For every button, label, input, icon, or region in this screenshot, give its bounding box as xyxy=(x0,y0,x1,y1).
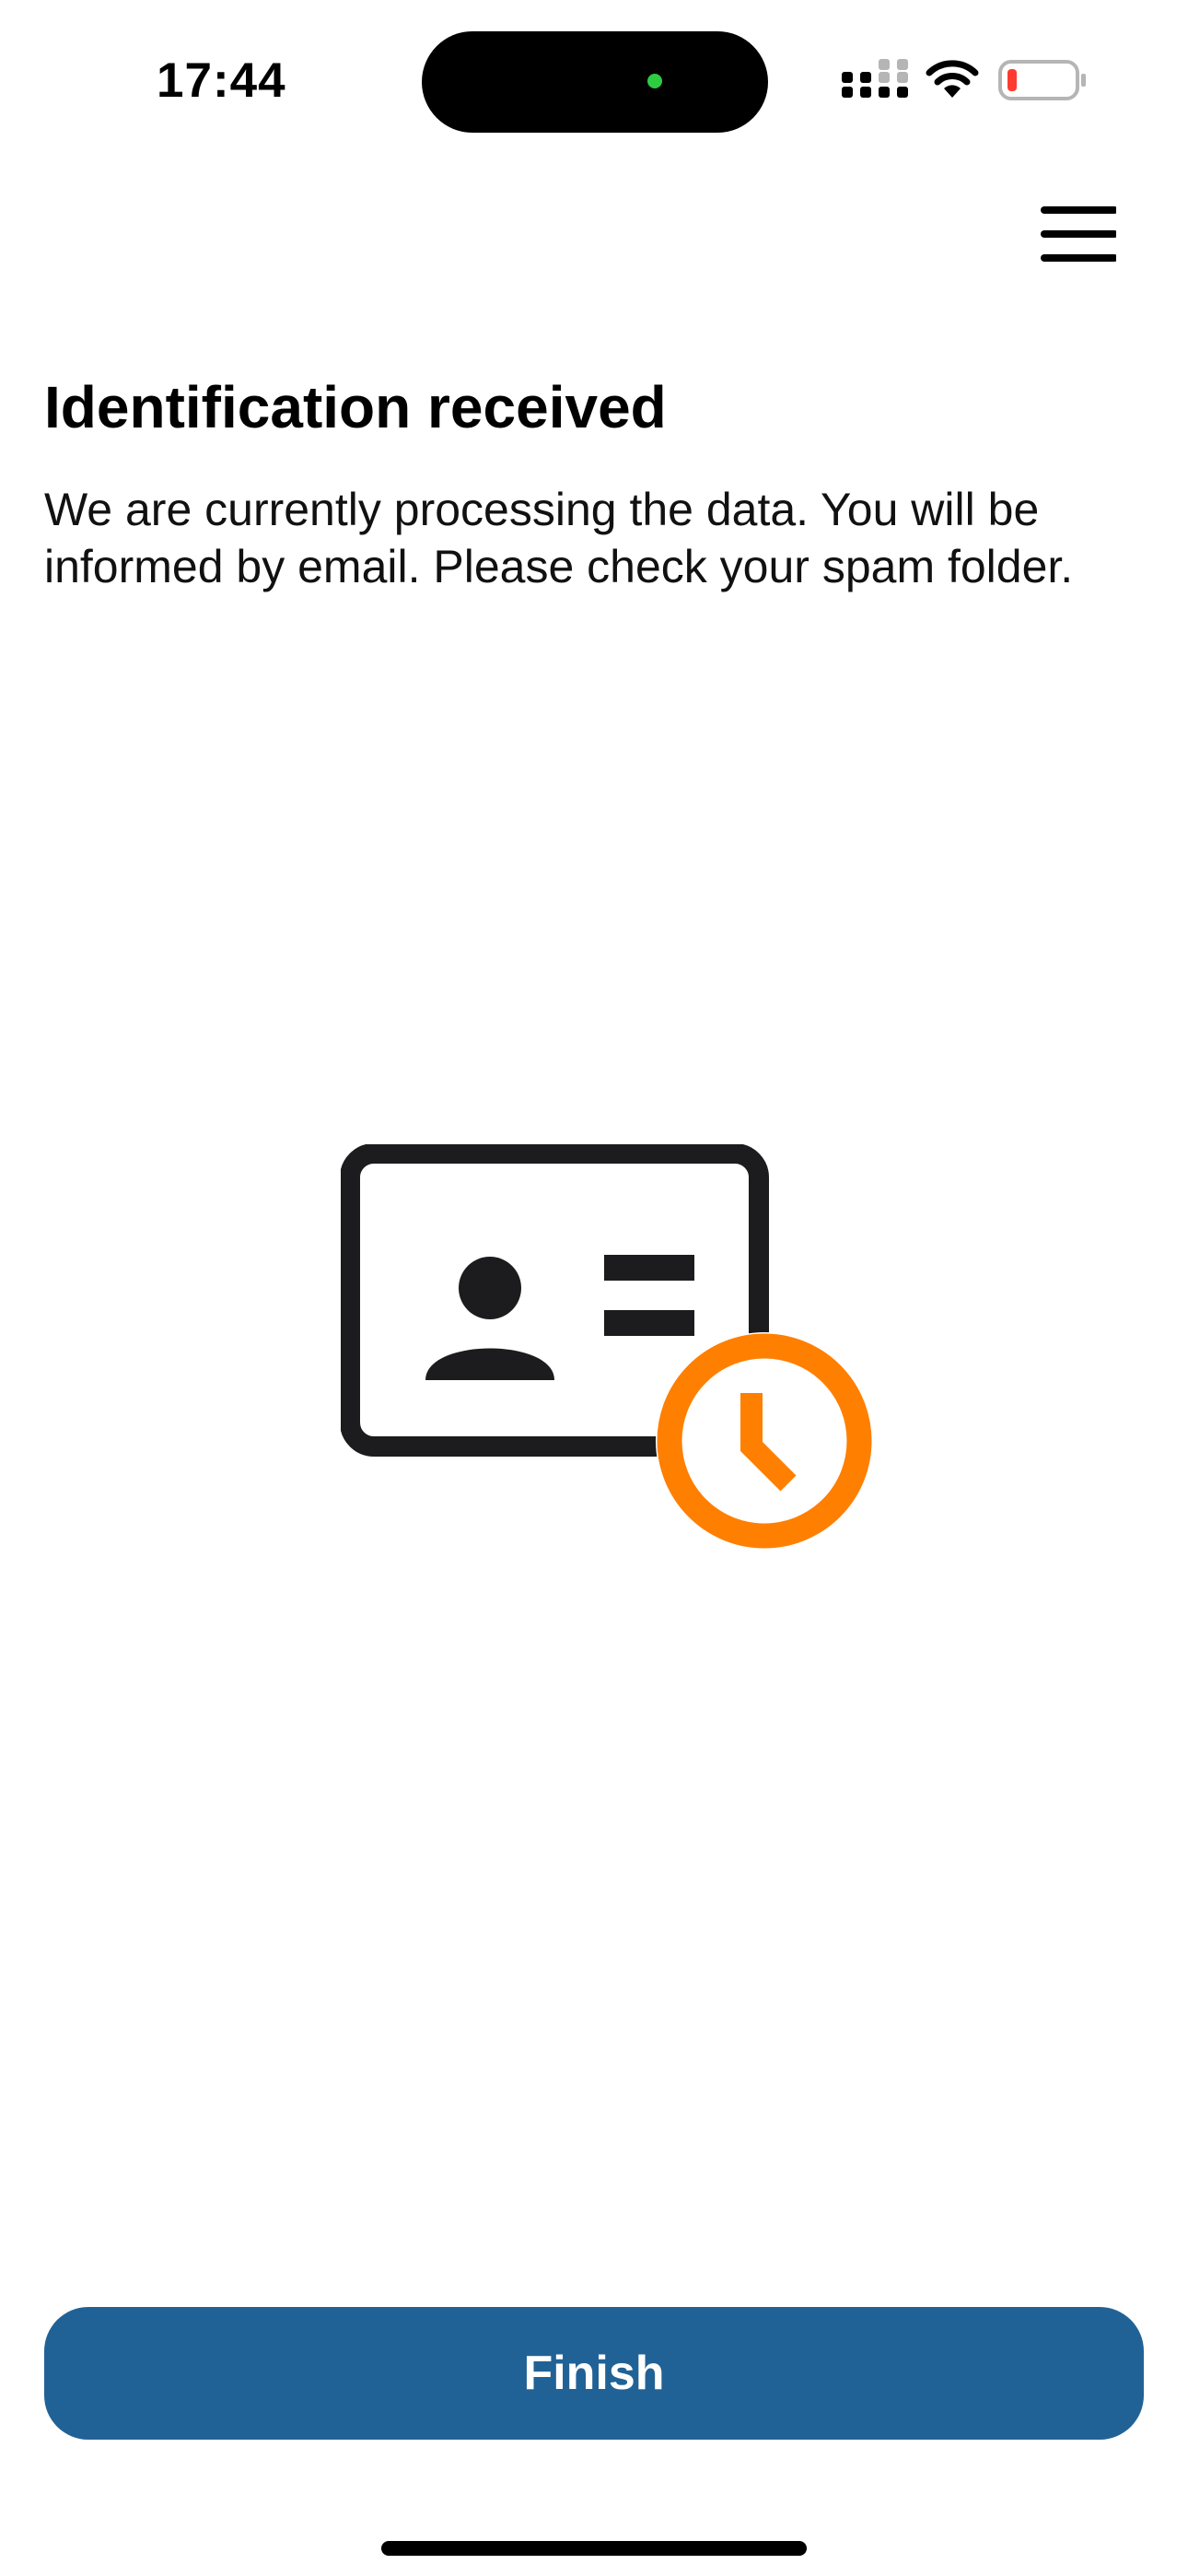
menu-button[interactable] xyxy=(1024,197,1118,271)
camera-indicator-icon xyxy=(647,74,662,88)
hamburger-menu-icon xyxy=(1041,206,1118,262)
home-indicator[interactable] xyxy=(381,2541,807,2556)
dynamic-island xyxy=(422,31,768,133)
id-card-pending-icon xyxy=(341,1144,873,1550)
wifi-icon xyxy=(926,60,979,98)
battery-low-icon xyxy=(998,60,1086,100)
screen: 17:44 Identification received We are cur… xyxy=(0,0,1188,2576)
page-title: Identification received xyxy=(44,374,667,440)
status-message: We are currently processing the data. Yo… xyxy=(44,484,1074,592)
status-time: 17:44 xyxy=(157,53,286,108)
clock-icon xyxy=(656,1332,873,1550)
finish-button[interactable]: Finish xyxy=(44,2307,1144,2440)
cellular-signal-icon xyxy=(842,59,908,98)
